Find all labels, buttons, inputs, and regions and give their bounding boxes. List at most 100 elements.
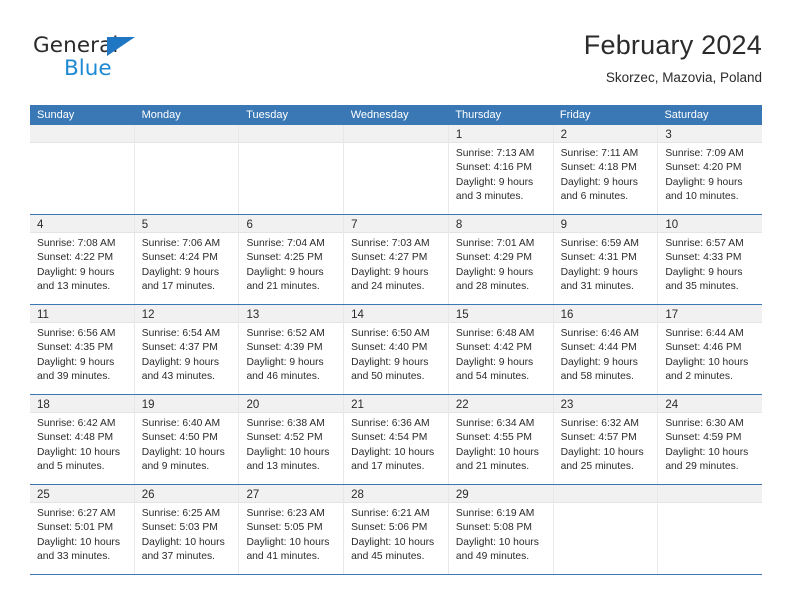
sunrise-text: Sunrise: 6:30 AM <box>665 418 744 429</box>
daylight-text-line1: Daylight: 9 hours <box>37 356 115 368</box>
daylight-text-line2: and 50 minutes. <box>351 371 425 383</box>
day-cell[interactable]: 12 Sunrise: 6:54 AM Sunset: 4:37 PM Dayl… <box>134 305 240 394</box>
day-cell[interactable]: 3 Sunrise: 7:09 AM Sunset: 4:20 PM Dayli… <box>658 125 763 214</box>
day-info: Sunrise: 6:50 AM Sunset: 4:40 PM Dayligh… <box>344 323 448 385</box>
daylight-text-line1: Daylight: 10 hours <box>141 536 225 548</box>
sunset-text: Sunset: 4:59 PM <box>665 432 742 444</box>
day-cell[interactable]: 15 Sunrise: 6:48 AM Sunset: 4:42 PM Dayl… <box>448 305 554 394</box>
day-cell[interactable]: 4 Sunrise: 7:08 AM Sunset: 4:22 PM Dayli… <box>30 215 135 304</box>
day-cell[interactable]: 18 Sunrise: 6:42 AM Sunset: 4:48 PM Dayl… <box>30 395 135 484</box>
day-number: 22 <box>455 399 469 411</box>
sunrise-text: Sunrise: 6:52 AM <box>246 328 325 339</box>
day-cell[interactable]: 6 Sunrise: 7:04 AM Sunset: 4:25 PM Dayli… <box>239 215 345 304</box>
week-row: 25 Sunrise: 6:27 AM Sunset: 5:01 PM Dayl… <box>30 485 763 575</box>
daylight-text-line2: and 49 minutes. <box>455 551 530 563</box>
day-cell[interactable]: 27 Sunrise: 6:23 AM Sunset: 5:05 PM Dayl… <box>239 485 345 574</box>
daylight-text-line1: Daylight: 10 hours <box>560 446 644 458</box>
daylight-text-line2: and 35 minutes. <box>665 281 739 293</box>
daylight-text-line1: Daylight: 9 hours <box>351 356 429 368</box>
sunrise-text: Sunrise: 6:46 AM <box>560 328 640 339</box>
day-cell[interactable]: 13 Sunrise: 6:52 AM Sunset: 4:39 PM Dayl… <box>239 305 345 394</box>
daylight-text-line2: and 3 minutes. <box>455 191 524 203</box>
day-cell[interactable]: 24 Sunrise: 6:30 AM Sunset: 4:59 PM Dayl… <box>658 395 763 484</box>
daylight-text-line2: and 33 minutes. <box>37 551 111 563</box>
sunset-text: Sunset: 5:08 PM <box>455 522 533 534</box>
day-cell[interactable] <box>553 485 659 574</box>
day-cell[interactable]: 8 Sunrise: 7:01 AM Sunset: 4:29 PM Dayli… <box>448 215 554 304</box>
weekday-header-saturday: Saturday <box>664 109 709 121</box>
sunrise-text: Sunrise: 6:32 AM <box>560 418 640 429</box>
sunrise-text: Sunrise: 7:01 AM <box>455 238 535 249</box>
day-number: 5 <box>141 219 149 231</box>
day-cell[interactable]: 5 Sunrise: 7:06 AM Sunset: 4:24 PM Dayli… <box>134 215 240 304</box>
daylight-text-line2: and 29 minutes. <box>665 461 739 473</box>
day-cell[interactable]: 26 Sunrise: 6:25 AM Sunset: 5:03 PM Dayl… <box>134 485 240 574</box>
day-number-band: 21 <box>344 395 448 413</box>
day-cell[interactable]: 19 Sunrise: 6:40 AM Sunset: 4:50 PM Dayl… <box>134 395 240 484</box>
day-cell[interactable]: 14 Sunrise: 6:50 AM Sunset: 4:40 PM Dayl… <box>344 305 449 394</box>
day-number-band: 15 <box>448 305 553 323</box>
day-cell[interactable] <box>30 125 135 214</box>
day-cell[interactable]: 1 Sunrise: 7:13 AM Sunset: 4:16 PM Dayli… <box>448 125 554 214</box>
day-cell[interactable]: 23 Sunrise: 6:32 AM Sunset: 4:57 PM Dayl… <box>553 395 659 484</box>
logo-text-general: General <box>33 33 119 58</box>
generalblue-logo[interactable]: General Blue <box>33 34 213 92</box>
day-number: 3 <box>665 129 672 141</box>
day-number: 4 <box>37 219 44 231</box>
day-cell[interactable]: 17 Sunrise: 6:44 AM Sunset: 4:46 PM Dayl… <box>658 305 763 394</box>
day-cell[interactable]: 7 Sunrise: 7:03 AM Sunset: 4:27 PM Dayli… <box>344 215 449 304</box>
day-cell[interactable]: 22 Sunrise: 6:34 AM Sunset: 4:55 PM Dayl… <box>448 395 554 484</box>
sunrise-text: Sunrise: 6:57 AM <box>665 238 744 249</box>
weekday-header-row: Sunday Monday Tuesday Wednesday Thursday… <box>30 105 762 125</box>
daylight-text-line2: and 5 minutes. <box>37 461 105 473</box>
day-cell[interactable]: 9 Sunrise: 6:59 AM Sunset: 4:31 PM Dayli… <box>553 215 659 304</box>
day-number: 2 <box>560 129 567 141</box>
day-cell[interactable]: 29 Sunrise: 6:19 AM Sunset: 5:08 PM Dayl… <box>448 485 554 574</box>
daylight-text-line2: and 21 minutes. <box>246 281 320 293</box>
sunset-text: Sunset: 4:55 PM <box>455 432 533 444</box>
sunrise-text: Sunrise: 6:21 AM <box>351 508 430 519</box>
daylight-text-line1: Daylight: 9 hours <box>246 266 324 278</box>
day-cell[interactable] <box>658 485 763 574</box>
day-number: 23 <box>560 399 574 411</box>
day-cell[interactable] <box>239 125 345 214</box>
day-cell[interactable]: 21 Sunrise: 6:36 AM Sunset: 4:54 PM Dayl… <box>344 395 449 484</box>
day-number-band: 14 <box>344 305 448 323</box>
day-number-band: 24 <box>658 395 763 413</box>
day-number-band: 9 <box>553 215 658 233</box>
day-cell[interactable] <box>134 125 240 214</box>
weekday-header-friday: Friday <box>559 109 591 121</box>
sunrise-text: Sunrise: 7:09 AM <box>665 148 744 159</box>
day-info: Sunrise: 7:01 AM Sunset: 4:29 PM Dayligh… <box>449 233 553 295</box>
day-info: Sunrise: 6:38 AM Sunset: 4:52 PM Dayligh… <box>239 413 343 475</box>
weekday-header-sunday: Sunday <box>37 109 75 121</box>
day-number-band: 19 <box>134 395 239 413</box>
day-number: 10 <box>665 219 679 231</box>
daylight-text-line2: and 43 minutes. <box>141 371 215 383</box>
sunset-text: Sunset: 4:52 PM <box>246 432 323 444</box>
day-cell[interactable]: 20 Sunrise: 6:38 AM Sunset: 4:52 PM Dayl… <box>239 395 345 484</box>
daylight-text-line1: Daylight: 10 hours <box>37 446 120 458</box>
sunrise-text: Sunrise: 7:03 AM <box>351 238 430 249</box>
sunrise-text: Sunrise: 6:50 AM <box>351 328 430 339</box>
day-cell[interactable]: 10 Sunrise: 6:57 AM Sunset: 4:33 PM Dayl… <box>658 215 763 304</box>
day-cell[interactable]: 2 Sunrise: 7:11 AM Sunset: 4:18 PM Dayli… <box>553 125 659 214</box>
day-cell[interactable]: 11 Sunrise: 6:56 AM Sunset: 4:35 PM Dayl… <box>30 305 135 394</box>
sunset-text: Sunset: 4:24 PM <box>141 252 218 264</box>
day-cell[interactable] <box>344 125 449 214</box>
day-number: 24 <box>665 399 679 411</box>
day-number: 20 <box>246 399 260 411</box>
daylight-text-line2: and 46 minutes. <box>246 371 320 383</box>
daylight-text-line2: and 17 minutes. <box>141 281 215 293</box>
day-number-band <box>239 125 344 143</box>
sunrise-text: Sunrise: 6:19 AM <box>455 508 535 519</box>
day-info: Sunrise: 6:36 AM Sunset: 4:54 PM Dayligh… <box>344 413 448 475</box>
day-cell[interactable]: 16 Sunrise: 6:46 AM Sunset: 4:44 PM Dayl… <box>553 305 659 394</box>
day-cell[interactable]: 25 Sunrise: 6:27 AM Sunset: 5:01 PM Dayl… <box>30 485 135 574</box>
sunset-text: Sunset: 4:37 PM <box>141 342 218 354</box>
day-cell[interactable]: 28 Sunrise: 6:21 AM Sunset: 5:06 PM Dayl… <box>344 485 449 574</box>
daylight-text-line1: Daylight: 10 hours <box>455 536 539 548</box>
day-number-band: 1 <box>448 125 553 143</box>
daylight-text-line1: Daylight: 10 hours <box>141 446 225 458</box>
day-number: 28 <box>351 489 364 501</box>
